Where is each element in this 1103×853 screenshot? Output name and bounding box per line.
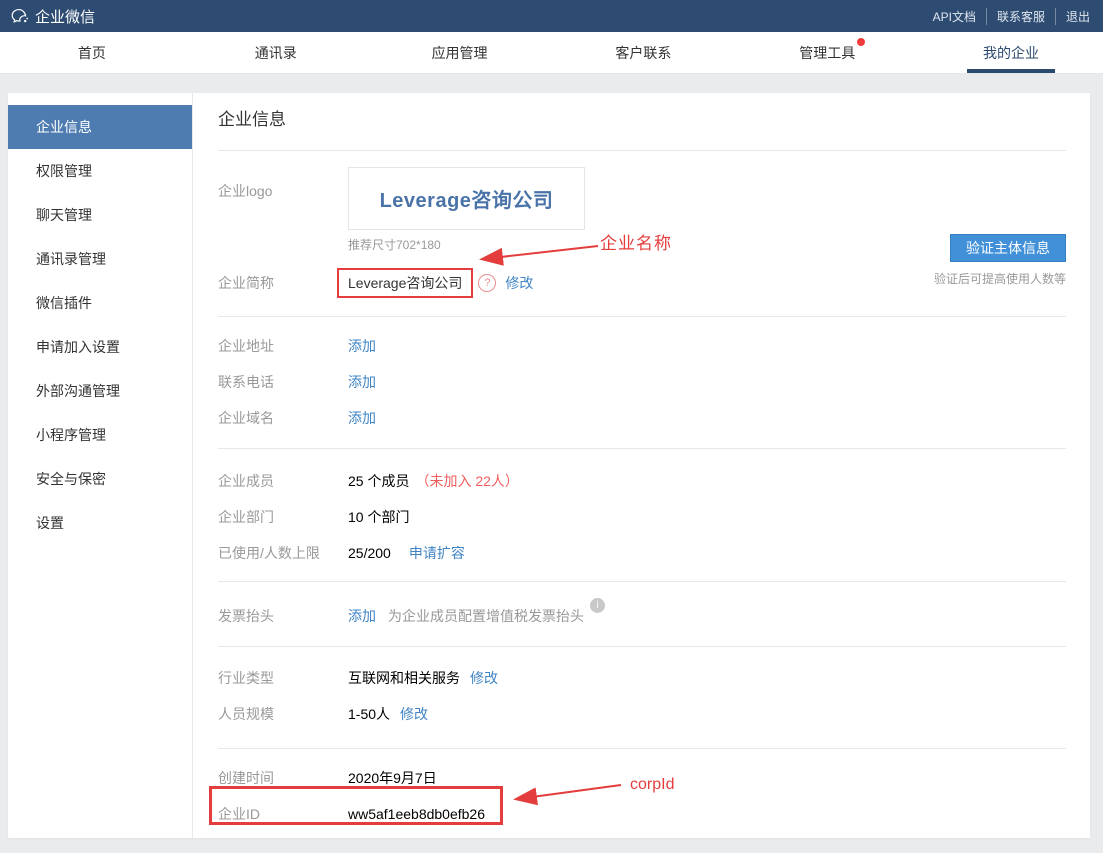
- divider: [218, 316, 1066, 317]
- company-address-row: 企业地址 添加: [218, 328, 1066, 364]
- corpid-row: 企业ID ww5af1eeb8db0efb26: [218, 796, 1066, 832]
- company-shortname-label: 企业简称: [218, 275, 274, 291]
- industry-row: 行业类型 互联网和相关服务 修改: [218, 660, 1066, 696]
- logo-size-hint: 推荐尺寸702*180: [348, 238, 441, 252]
- sidebar-item-miniprogram[interactable]: 小程序管理: [8, 413, 192, 457]
- topbar-link-logout[interactable]: 退出: [1054, 7, 1090, 25]
- divider: [218, 748, 1066, 749]
- tab-my-company[interactable]: 我的企业: [919, 32, 1103, 73]
- sidebar-item-permissions[interactable]: 权限管理: [8, 149, 192, 193]
- active-tab-underline: [967, 69, 1056, 73]
- verify-subject-button[interactable]: 验证主体信息: [950, 234, 1066, 262]
- corpid-label: 企业ID: [218, 806, 260, 822]
- industry-value: 互联网和相关服务: [348, 670, 460, 686]
- add-domain-link[interactable]: 添加: [348, 400, 376, 436]
- sidebar-item-chat-management[interactable]: 聊天管理: [8, 193, 192, 237]
- notification-dot: [857, 37, 866, 46]
- verify-note: 验证后可提高使用人数等: [933, 272, 1066, 286]
- tab-customer-contact[interactable]: 客户联系: [551, 32, 735, 73]
- scale-label: 人员规模: [218, 706, 274, 722]
- departments-value: 10 个部门: [348, 509, 410, 525]
- sidebar-item-company-info[interactable]: 企业信息: [8, 105, 192, 149]
- usage-label: 已使用/人数上限: [218, 545, 320, 561]
- divider: [218, 448, 1066, 449]
- company-logo-row: 企业logo Leverage咨询公司 推荐尺寸702*180: [218, 167, 1066, 253]
- wechat-work-logo-icon: [10, 7, 29, 26]
- departments-label: 企业部门: [218, 509, 274, 525]
- invoice-row: 发票抬头 添加 为企业成员配置增值税发票抬头 i: [218, 598, 1066, 634]
- company-shortname-value: Leverage咨询公司: [337, 268, 474, 298]
- content: 企业信息 权限管理 聊天管理 通讯录管理 微信插件 申请加入设置 外部沟通管理 …: [8, 93, 1090, 838]
- contact-phone-label: 联系电话: [218, 374, 274, 390]
- corpid-value: ww5af1eeb8db0efb26: [348, 806, 486, 822]
- members-row: 企业成员 25 个成员 （未加入 22人）: [218, 463, 1066, 499]
- members-value: 25 个成员: [348, 473, 410, 489]
- topbar-link-api-docs[interactable]: API文档: [923, 8, 986, 25]
- company-logo-text: Leverage咨询公司: [379, 190, 554, 212]
- invoice-description: 为企业成员配置增值税发票抬头: [388, 608, 584, 624]
- edit-shortname-link[interactable]: 修改: [505, 273, 533, 293]
- divider: [218, 150, 1066, 151]
- scale-value: 1-50人: [348, 706, 391, 722]
- topbar-links: API文档 联系客服 退出: [923, 7, 1090, 25]
- info-icon[interactable]: i: [590, 598, 605, 613]
- created-row: 创建时间 2020年9月7日: [218, 760, 1066, 796]
- sidebar-item-wechat-plugin[interactable]: 微信插件: [8, 281, 192, 325]
- company-domain-row: 企业域名 添加: [218, 400, 1066, 436]
- tab-app-management[interactable]: 应用管理: [368, 32, 552, 73]
- divider: [218, 581, 1066, 582]
- usage-value: 25/200: [348, 545, 391, 561]
- sidebar-item-contacts-management[interactable]: 通讯录管理: [8, 237, 192, 281]
- edit-scale-link[interactable]: 修改: [400, 696, 428, 732]
- add-address-link[interactable]: 添加: [348, 328, 376, 364]
- sidebar-item-security[interactable]: 安全与保密: [8, 457, 192, 501]
- usage-row: 已使用/人数上限 25/200 申请扩容: [218, 535, 1066, 571]
- topbar: 企业微信 API文档 联系客服 退出: [0, 0, 1103, 32]
- page-title: 企业信息: [218, 110, 286, 129]
- scale-row: 人员规模 1-50人 修改: [218, 696, 1066, 732]
- members-label: 企业成员: [218, 473, 274, 489]
- sidebar-item-external-communication[interactable]: 外部沟通管理: [8, 369, 192, 413]
- brand-name: 企业微信: [35, 8, 96, 26]
- tab-management-tools[interactable]: 管理工具: [735, 32, 919, 73]
- help-icon[interactable]: ?: [478, 274, 497, 292]
- created-label: 创建时间: [218, 770, 274, 786]
- invoice-label: 发票抬头: [218, 608, 274, 624]
- company-logo-label: 企业logo: [218, 183, 273, 199]
- sidebar-item-join-settings[interactable]: 申请加入设置: [8, 325, 192, 369]
- contact-phone-row: 联系电话 添加: [218, 364, 1066, 400]
- company-logo[interactable]: Leverage咨询公司: [348, 167, 585, 230]
- main-nav: 首页 通讯录 应用管理 客户联系 管理工具 我的企业: [0, 32, 1103, 74]
- add-phone-link[interactable]: 添加: [348, 364, 376, 400]
- divider: [218, 646, 1066, 647]
- industry-label: 行业类型: [218, 670, 274, 686]
- company-domain-label: 企业域名: [218, 410, 274, 426]
- company-address-label: 企业地址: [218, 338, 274, 354]
- main-panel: 企业信息 企业logo Leverage咨询公司 推荐尺寸702*180 企业简…: [193, 93, 1090, 838]
- request-expansion-link[interactable]: 申请扩容: [409, 535, 465, 571]
- tab-home[interactable]: 首页: [0, 32, 184, 73]
- sidebar: 企业信息 权限管理 聊天管理 通讯录管理 微信插件 申请加入设置 外部沟通管理 …: [8, 93, 193, 838]
- brand: 企业微信: [10, 6, 95, 27]
- created-value: 2020年9月7日: [348, 770, 437, 786]
- topbar-link-contact-support[interactable]: 联系客服: [985, 7, 1055, 25]
- add-invoice-link[interactable]: 添加: [348, 598, 376, 634]
- departments-row: 企业部门 10 个部门: [218, 499, 1066, 535]
- members-not-joined-note: （未加入 22人）: [415, 473, 519, 489]
- edit-industry-link[interactable]: 修改: [470, 660, 498, 696]
- sidebar-item-settings[interactable]: 设置: [8, 501, 192, 545]
- tab-contacts[interactable]: 通讯录: [184, 32, 368, 73]
